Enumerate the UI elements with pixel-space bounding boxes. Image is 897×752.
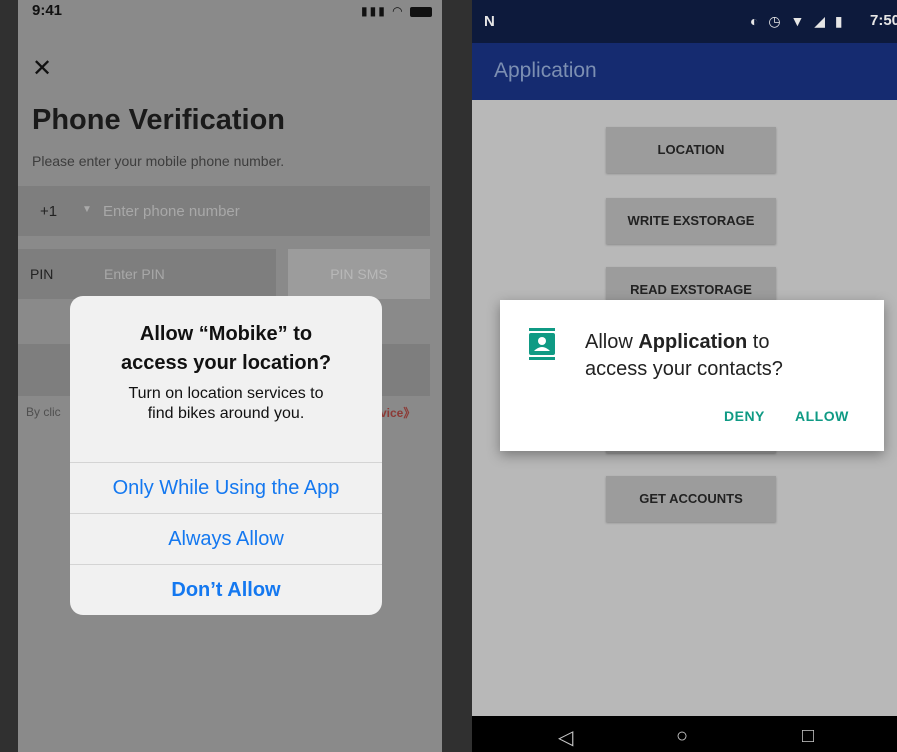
dialog-app-name: Application xyxy=(638,331,748,353)
pin-input[interactable]: Enter PIN xyxy=(104,266,165,282)
status-icons: ◐ ◷ ▼ ◢ ▮ xyxy=(750,13,846,30)
app-title: Application xyxy=(494,59,597,82)
terms-text: By clic xyxy=(26,405,61,419)
dialog-prefix: Allow xyxy=(585,331,639,353)
signal-icon: ◢ xyxy=(814,13,828,29)
get-accounts-button[interactable]: GET ACCOUNTS xyxy=(606,476,776,522)
alert-title-line: access your location? xyxy=(120,352,332,374)
battery-icon xyxy=(410,6,432,17)
ios-screen: 9:41 ▮▮▮ ◠ ✕ Phone Verification Please e… xyxy=(18,0,442,752)
country-code[interactable]: +1 xyxy=(40,203,57,220)
alert-message-line: find bikes around you. xyxy=(147,405,305,422)
alarm-icon: ◷ xyxy=(768,13,784,29)
while-using-button[interactable]: Only While Using the App xyxy=(70,462,382,513)
back-icon[interactable]: ◁ xyxy=(558,725,573,750)
phone-input[interactable]: Enter phone number xyxy=(103,203,240,220)
dropdown-arrow-icon[interactable]: ▼ xyxy=(82,204,92,215)
alert-message-line: Turn on location services to xyxy=(128,385,324,402)
home-icon[interactable]: ○ xyxy=(676,725,688,748)
dont-allow-button[interactable]: Don’t Allow xyxy=(70,564,382,615)
status-time: 7:50 xyxy=(870,12,897,29)
status-icons: ▮▮▮ ◠ xyxy=(361,4,432,18)
signal-icon: ▮▮▮ xyxy=(361,4,387,18)
contacts-icon xyxy=(529,328,555,360)
contacts-permission-dialog: Allow Application to access your contact… xyxy=(500,300,884,451)
dialog-line: Allow Application to xyxy=(585,329,783,356)
location-permission-alert: Allow “Mobike” to access your location? … xyxy=(70,296,382,615)
android-screen: N ◐ ◷ ▼ ◢ ▮ 7:50 Application LOCATION WR… xyxy=(472,0,897,752)
recents-icon[interactable]: □ xyxy=(802,725,814,748)
close-icon[interactable]: ✕ xyxy=(32,54,52,83)
wifi-icon: ◠ xyxy=(392,4,405,18)
battery-icon: ▮ xyxy=(834,13,846,29)
dialog-message: Allow Application to access your contact… xyxy=(585,329,783,383)
page-title: Phone Verification xyxy=(32,104,285,136)
always-allow-button[interactable]: Always Allow xyxy=(70,513,382,564)
alert-title: Allow “Mobike” to access your location? xyxy=(70,320,382,378)
deny-button[interactable]: DENY xyxy=(724,408,765,424)
location-button[interactable]: LOCATION xyxy=(606,127,776,173)
notification-icon: N xyxy=(484,13,495,30)
pin-label: PIN xyxy=(30,266,54,282)
dialog-suffix: to xyxy=(747,331,770,353)
wifi-icon: ▼ xyxy=(790,13,808,29)
pin-sms-button[interactable]: PIN SMS xyxy=(288,249,430,299)
write-storage-button[interactable]: WRITE EXSTORAGE xyxy=(606,198,776,244)
vibrate-icon: ◐ xyxy=(750,13,762,29)
alert-title-line: Allow “Mobike” to xyxy=(139,323,313,345)
dialog-line: access your contacts? xyxy=(585,358,783,380)
status-time: 9:41 xyxy=(32,2,63,19)
allow-button[interactable]: ALLOW xyxy=(795,408,849,424)
terms-link[interactable]: vice》 xyxy=(380,404,415,421)
alert-message: Turn on location services to find bikes … xyxy=(70,384,382,424)
page-subtitle: Please enter your mobile phone number. xyxy=(32,153,285,169)
